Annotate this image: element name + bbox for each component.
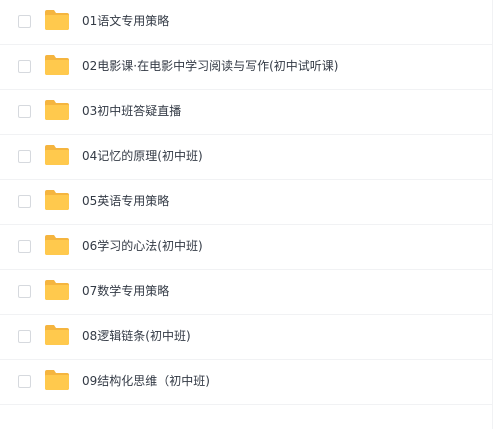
file-name[interactable]: 06学习的心法(初中班) [82,237,203,255]
row-checkbox[interactable] [18,285,31,298]
row-checkbox[interactable] [18,150,31,163]
folder-icon [44,369,70,391]
file-name[interactable]: 01语文专用策略 [82,12,169,30]
file-name[interactable]: 03初中班答疑直播 [82,102,181,120]
row-checkbox[interactable] [18,195,31,208]
file-row[interactable]: 09结构化思维（初中班) [0,360,493,405]
file-row[interactable]: 06学习的心法(初中班) [0,225,493,270]
file-list: 01语文专用策略 02电影课·在电影中学习阅读与写作(初中试听课) 03初中班答… [0,0,493,405]
row-checkbox[interactable] [18,60,31,73]
folder-icon [44,144,70,166]
file-row[interactable]: 07数学专用策略 [0,270,493,315]
folder-icon [44,189,70,211]
file-name[interactable]: 09结构化思维（初中班) [82,372,210,390]
file-row[interactable]: 05英语专用策略 [0,180,493,225]
folder-icon [44,279,70,301]
folder-icon [44,54,70,76]
file-row[interactable]: 02电影课·在电影中学习阅读与写作(初中试听课) [0,45,493,90]
file-row[interactable]: 08逻辑链条(初中班) [0,315,493,360]
file-row[interactable]: 01语文专用策略 [0,0,493,45]
file-name[interactable]: 07数学专用策略 [82,282,169,300]
row-checkbox[interactable] [18,240,31,253]
file-name[interactable]: 02电影课·在电影中学习阅读与写作(初中试听课) [82,57,338,75]
file-name[interactable]: 05英语专用策略 [82,192,169,210]
file-row[interactable]: 03初中班答疑直播 [0,90,493,135]
file-name[interactable]: 08逻辑链条(初中班) [82,327,191,345]
row-checkbox[interactable] [18,375,31,388]
folder-icon [44,99,70,121]
row-checkbox[interactable] [18,105,31,118]
row-checkbox[interactable] [18,15,31,28]
folder-icon [44,9,70,31]
file-row[interactable]: 04记忆的原理(初中班) [0,135,493,180]
folder-icon [44,324,70,346]
file-name[interactable]: 04记忆的原理(初中班) [82,147,203,165]
row-checkbox[interactable] [18,330,31,343]
folder-icon [44,234,70,256]
